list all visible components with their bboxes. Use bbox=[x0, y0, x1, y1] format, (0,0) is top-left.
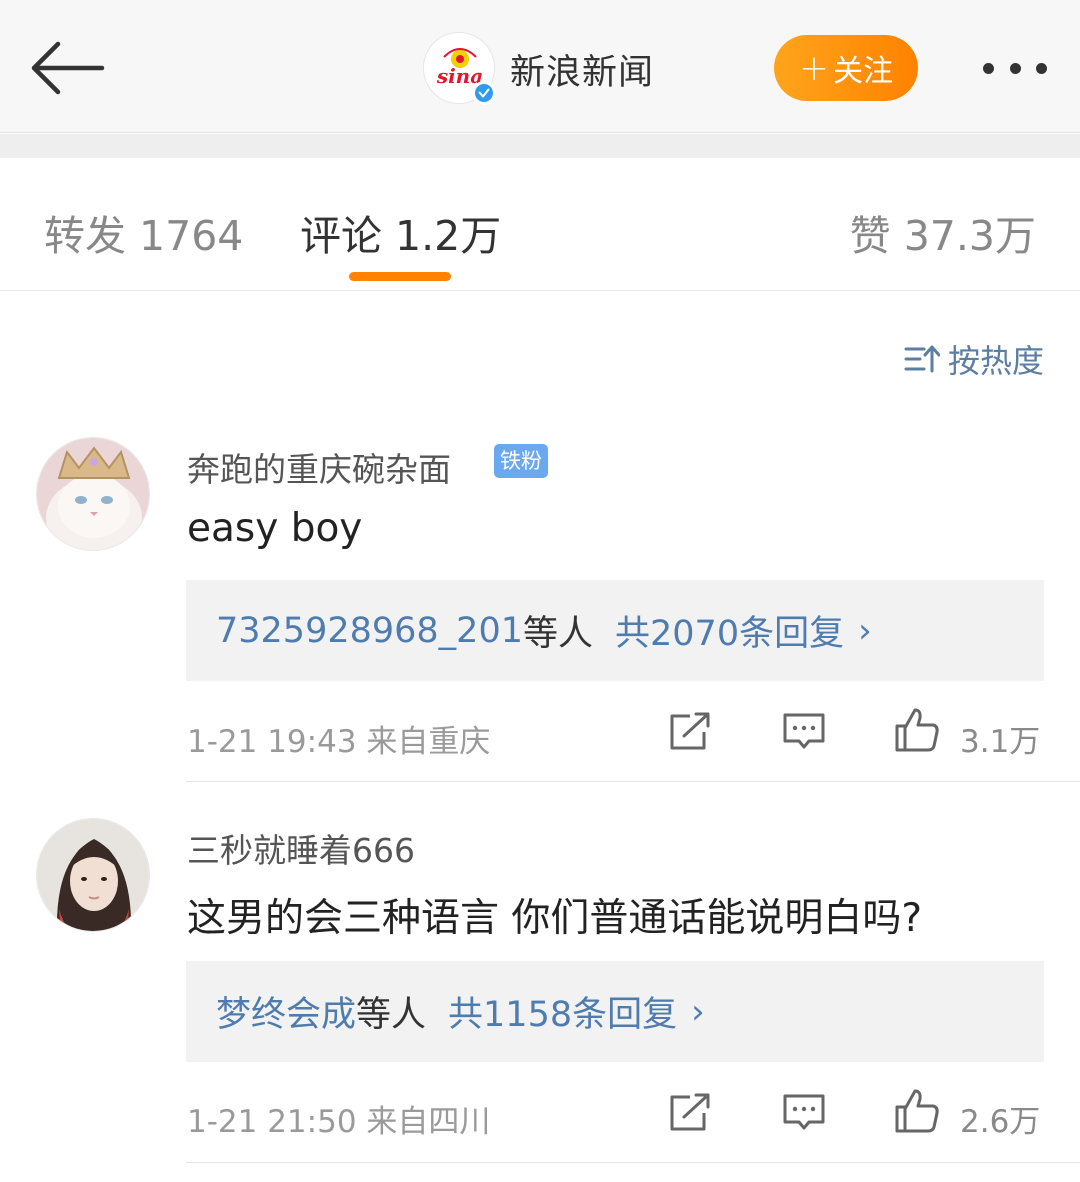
chevron-right-icon: › bbox=[858, 610, 872, 651]
comment-divider bbox=[186, 781, 1080, 782]
top-bar: sina 新浪新闻 + 关注 bbox=[0, 0, 1080, 133]
plus-icon: + bbox=[798, 47, 830, 89]
comment-meta: 1-21 19:43 来自重庆 bbox=[187, 724, 491, 760]
more-dot bbox=[1036, 62, 1047, 74]
like-button[interactable] bbox=[893, 1087, 941, 1139]
account-avatar[interactable]: sina bbox=[423, 32, 496, 105]
comment-username[interactable]: 奔跑的重庆碗杂面 bbox=[187, 443, 451, 491]
replies-summary[interactable]: 7325928968_201 等人 共2070条回复 › bbox=[186, 580, 1044, 681]
comment-icon bbox=[783, 1094, 825, 1130]
comment-text: easy boy bbox=[187, 506, 363, 551]
repost-button[interactable] bbox=[668, 712, 712, 756]
comment-icon bbox=[783, 713, 825, 749]
active-tab-indicator bbox=[349, 272, 451, 281]
account-name[interactable]: 新浪新闻 bbox=[510, 44, 654, 95]
thumbs-up-icon bbox=[895, 708, 939, 752]
comment-meta: 1-21 21:50 来自四川 bbox=[187, 1104, 491, 1140]
follow-button[interactable]: + 关注 bbox=[774, 35, 918, 101]
iron-fan-badge: 铁粉 bbox=[494, 444, 548, 478]
user-avatar[interactable] bbox=[36, 818, 150, 932]
comment-divider bbox=[186, 1162, 1080, 1163]
post-stats-tabs: 转发 1764 评论 1.2万 赞 37.3万 bbox=[0, 158, 1080, 291]
reply-user-link[interactable]: 梦终会成 bbox=[216, 986, 356, 1037]
reply-suffix: 等人 bbox=[523, 614, 594, 654]
follow-label: 关注 bbox=[833, 54, 894, 89]
reply-user-link[interactable]: 7325928968_201 bbox=[216, 611, 523, 651]
thumbs-up-icon bbox=[895, 1089, 939, 1133]
cat-with-crown-avatar bbox=[37, 438, 149, 550]
sort-icon bbox=[904, 345, 940, 373]
like-count: 3.1万 bbox=[960, 724, 1041, 760]
sort-by-hot-button[interactable]: 按热度 bbox=[904, 336, 1044, 382]
like-count: 2.6万 bbox=[960, 1104, 1041, 1140]
tab-likes[interactable]: 赞 37.3万 bbox=[850, 202, 1036, 262]
more-button[interactable] bbox=[975, 52, 1055, 84]
chevron-right-icon: › bbox=[691, 991, 705, 1032]
tab-comments[interactable]: 评论 1.2万 bbox=[300, 202, 501, 262]
comment-button[interactable] bbox=[782, 712, 826, 756]
girl-portrait-avatar bbox=[37, 819, 149, 931]
reply-total: 共1158条回复 bbox=[448, 995, 678, 1035]
verified-badge-icon bbox=[472, 81, 496, 105]
like-button[interactable] bbox=[893, 706, 941, 758]
more-dot bbox=[1009, 62, 1021, 74]
back-button[interactable] bbox=[28, 36, 108, 100]
back-arrow-icon bbox=[31, 41, 105, 95]
reply-suffix: 等人 bbox=[356, 995, 427, 1035]
comment-text: 这男的会三种语言 你们普通话能说明白吗? bbox=[187, 896, 923, 941]
repost-button[interactable] bbox=[668, 1093, 712, 1137]
reply-total: 共2070条回复 bbox=[615, 614, 845, 654]
replies-summary[interactable]: 梦终会成 等人 共1158条回复 › bbox=[186, 961, 1044, 1062]
repost-icon bbox=[670, 712, 710, 750]
comment-username[interactable]: 三秒就睡着666 bbox=[187, 824, 415, 872]
repost-icon bbox=[670, 1093, 710, 1131]
user-avatar[interactable] bbox=[36, 437, 150, 551]
comment-button[interactable] bbox=[782, 1093, 826, 1137]
section-separator bbox=[0, 134, 1080, 158]
sort-label: 按热度 bbox=[947, 342, 1044, 380]
more-dot bbox=[983, 62, 994, 74]
tab-reposts[interactable]: 转发 1764 bbox=[44, 202, 243, 262]
